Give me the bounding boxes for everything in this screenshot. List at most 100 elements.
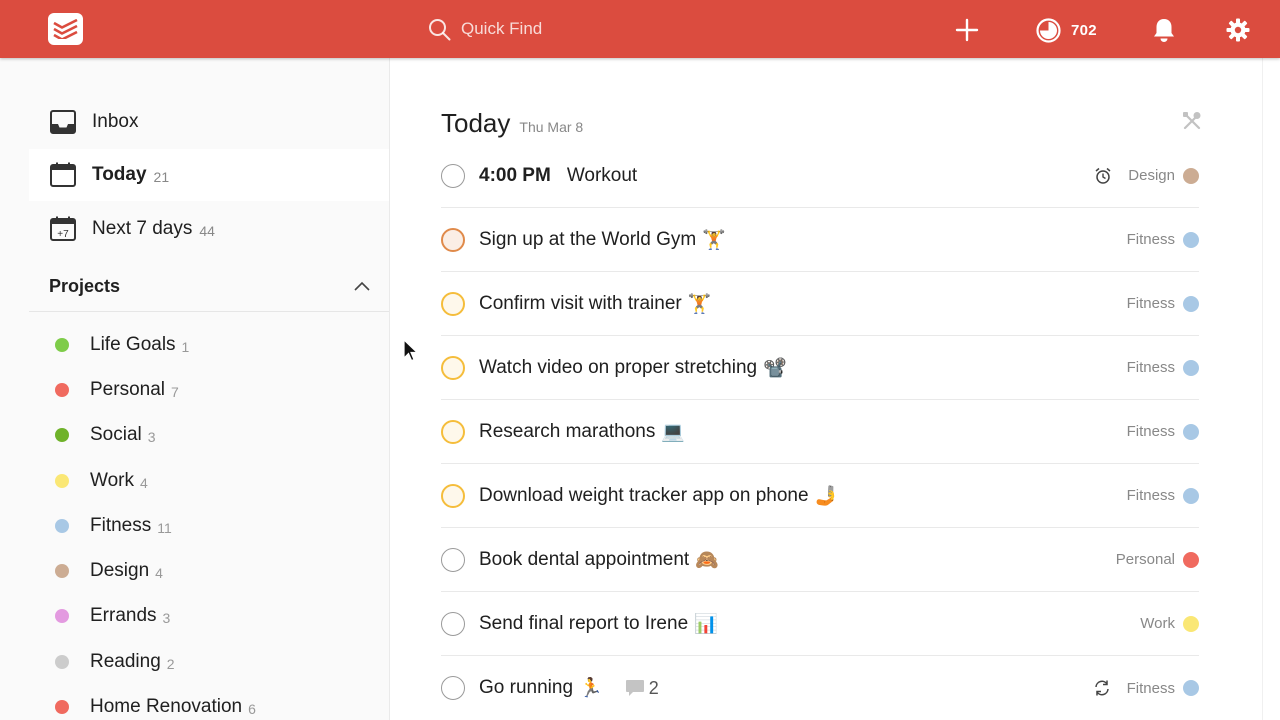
- task-content[interactable]: Research marathons: [479, 421, 655, 443]
- comment-icon: [625, 680, 644, 696]
- task-content[interactable]: Watch video on proper stretching: [479, 357, 757, 379]
- project-item[interactable]: Social 3: [29, 413, 389, 458]
- task-checkbox[interactable]: [441, 355, 465, 380]
- task-content[interactable]: Confirm visit with trainer: [479, 293, 682, 315]
- task-checkbox[interactable]: [441, 419, 465, 444]
- task-project-label[interactable]: Fitness: [1127, 231, 1175, 248]
- task-row[interactable]: 4:00 PM Workout Design: [441, 144, 1199, 208]
- project-label: Home Renovation: [90, 696, 243, 718]
- project-item[interactable]: Reading 2: [29, 639, 389, 684]
- task-meta: Fitness: [1127, 464, 1199, 527]
- task-content[interactable]: Workout: [567, 165, 637, 187]
- task-content[interactable]: Sign up at the World Gym: [479, 229, 696, 251]
- task-row[interactable]: Go running 🏃 2 Fitness: [441, 656, 1199, 720]
- task-content[interactable]: Send final report to Irene: [479, 613, 688, 635]
- main-content: Today Thu Mar 8 4:00 PM Workout Design S…: [391, 58, 1261, 720]
- gear-icon: [1226, 18, 1250, 42]
- recurring-icon: [1093, 679, 1111, 697]
- tools-icon[interactable]: [1181, 110, 1203, 132]
- sidebar-item-next-7-days[interactable]: +7 Next 7 days 44: [29, 203, 389, 255]
- plus-icon: [955, 18, 979, 42]
- task-content[interactable]: Go running: [479, 677, 573, 699]
- project-label: Social: [90, 424, 142, 446]
- quick-find-search[interactable]: Quick Find: [428, 16, 542, 42]
- task-checkbox[interactable]: [441, 227, 465, 252]
- task-project-label[interactable]: Personal: [1116, 551, 1175, 568]
- task-comments[interactable]: 2: [625, 678, 659, 699]
- task-checkbox[interactable]: [441, 611, 465, 636]
- project-color-dot: [55, 609, 69, 624]
- project-item[interactable]: Design 4: [29, 548, 389, 593]
- task-row[interactable]: Download weight tracker app on phone 🤳 F…: [441, 464, 1199, 528]
- task-meta: Personal: [1116, 528, 1199, 591]
- task-checkbox[interactable]: [441, 163, 465, 188]
- page-date: Thu Mar 8: [519, 119, 584, 135]
- project-item[interactable]: Errands 3: [29, 594, 389, 639]
- project-item[interactable]: Personal 7: [29, 367, 389, 412]
- task-project-label[interactable]: Fitness: [1127, 487, 1175, 504]
- bell-icon: [1154, 19, 1174, 42]
- task-project-label[interactable]: Fitness: [1127, 359, 1175, 376]
- task-project-dot: [1183, 167, 1199, 184]
- todoist-logo-icon[interactable]: [48, 13, 83, 45]
- main-scrollbar[interactable]: [1262, 58, 1280, 720]
- task-project-label[interactable]: Fitness: [1127, 680, 1175, 697]
- task-project-dot: [1183, 551, 1199, 568]
- task-emoji: 📽️: [763, 357, 787, 379]
- task-meta: Fitness: [1127, 400, 1199, 463]
- sidebar-item-label: Today: [92, 164, 147, 185]
- task-emoji: 🤳: [814, 485, 839, 507]
- project-count: 4: [139, 474, 148, 491]
- task-row[interactable]: Confirm visit with trainer 🏋️ Fitness: [441, 272, 1199, 336]
- task-checkbox[interactable]: [441, 547, 465, 572]
- sidebar-item-inbox[interactable]: Inbox: [29, 96, 389, 148]
- task-row[interactable]: Watch video on proper stretching 📽️ Fitn…: [441, 336, 1199, 400]
- settings-button[interactable]: [1226, 18, 1250, 42]
- task-checkbox[interactable]: [441, 676, 465, 700]
- task-row[interactable]: Sign up at the World Gym 🏋️ Fitness: [441, 208, 1199, 272]
- project-count: 6: [248, 701, 256, 718]
- task-content[interactable]: Book dental appointment: [479, 549, 689, 571]
- task-row[interactable]: Research marathons 💻 Fitness: [441, 400, 1199, 464]
- view-header: Today Thu Mar 8: [441, 108, 583, 139]
- project-item[interactable]: Work 4: [29, 458, 389, 503]
- notifications-button[interactable]: [1152, 17, 1176, 43]
- task-project-label[interactable]: Fitness: [1127, 423, 1175, 440]
- task-project-label[interactable]: Design: [1128, 167, 1175, 184]
- top-bar: Quick Find 702: [0, 0, 1280, 58]
- task-project-label[interactable]: Fitness: [1127, 295, 1175, 312]
- task-project-label[interactable]: Work: [1140, 615, 1175, 632]
- alarm-icon[interactable]: [1094, 167, 1112, 185]
- project-item[interactable]: Life Goals 1: [29, 322, 389, 367]
- task-meta: Fitness: [1127, 272, 1199, 335]
- comment-count: 2: [648, 677, 659, 698]
- task-emoji: 🏃: [579, 678, 603, 699]
- project-count: 2: [166, 655, 175, 672]
- project-label: Reading: [90, 650, 161, 672]
- task-row[interactable]: Book dental appointment 🙈 Personal: [441, 528, 1199, 592]
- inbox-icon: [49, 108, 77, 136]
- sidebar-item-today[interactable]: Today 21: [29, 149, 389, 201]
- task-time: 4:00 PM: [479, 164, 551, 186]
- task-emoji: 📊: [694, 613, 718, 635]
- project-item[interactable]: Home Renovation 6: [29, 684, 389, 720]
- svg-text:+7: +7: [57, 229, 69, 240]
- chevron-up-icon[interactable]: [353, 280, 371, 292]
- projects-title: Projects: [49, 276, 121, 296]
- calendar-today-icon: [49, 161, 77, 189]
- task-meta: Fitness: [1127, 336, 1199, 399]
- karma-button[interactable]: 702: [1036, 17, 1097, 43]
- project-color-dot: [55, 654, 69, 669]
- add-task-button[interactable]: [954, 17, 980, 43]
- project-label: Fitness: [90, 514, 152, 536]
- project-item[interactable]: Fitness 11: [29, 503, 389, 548]
- project-count: 4: [155, 565, 163, 582]
- projects-header[interactable]: Projects: [29, 262, 389, 312]
- sidebar-item-label: Inbox: [92, 111, 139, 132]
- task-checkbox[interactable]: [441, 483, 465, 508]
- task-row[interactable]: Send final report to Irene 📊 Work: [441, 592, 1199, 656]
- task-content[interactable]: Download weight tracker app on phone: [479, 485, 809, 507]
- task-checkbox[interactable]: [441, 291, 465, 316]
- project-color-dot: [55, 518, 69, 533]
- page-title: Today: [441, 108, 511, 138]
